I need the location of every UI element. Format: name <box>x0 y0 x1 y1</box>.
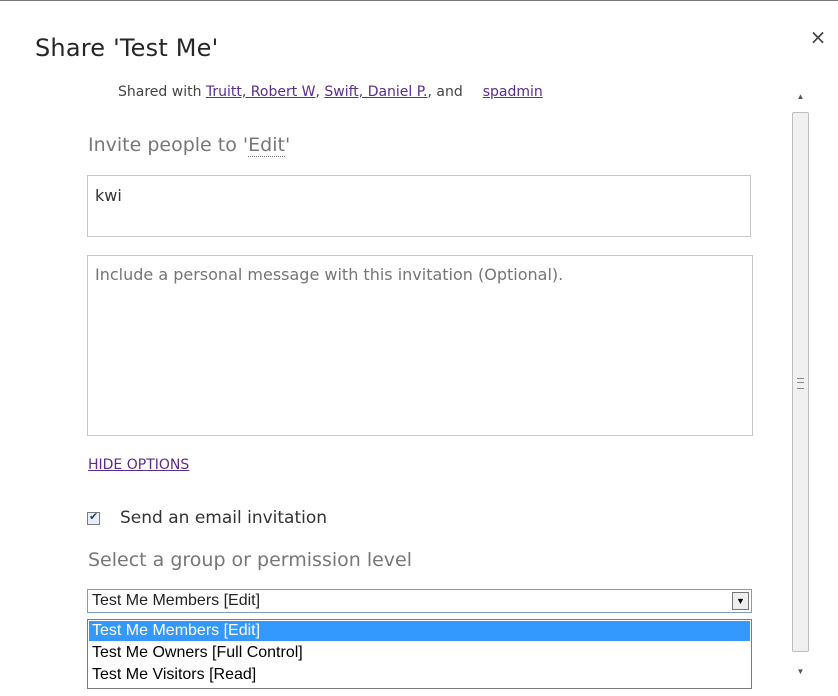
personal-message-textarea[interactable] <box>87 255 753 436</box>
top-border <box>0 0 838 1</box>
scroll-down-arrow-icon[interactable]: ▼ <box>792 663 809 680</box>
dialog-content: Shared with Truitt, Robert W, Swift, Dan… <box>0 84 790 696</box>
permission-edit-link[interactable]: Edit <box>248 134 285 157</box>
shared-user-link-truitt[interactable]: Truitt, Robert W <box>206 84 316 100</box>
vertical-scrollbar[interactable]: ▲ ▼ <box>792 84 809 696</box>
dropdown-option-owners[interactable]: Test Me Owners [Full Control] <box>88 642 751 664</box>
permission-select-label: Select a group or permission level <box>88 549 413 571</box>
permission-select-value: Test Me Members [Edit] <box>92 592 261 609</box>
send-email-label: Send an email invitation <box>120 508 328 528</box>
shared-with-conjunction: , and <box>427 84 463 100</box>
hide-options-link[interactable]: HIDE OPTIONS <box>88 457 189 473</box>
send-email-checkbox[interactable] <box>87 510 100 525</box>
invite-label-suffix: ' <box>284 134 291 156</box>
shared-user-link-swift[interactable]: Swift, Daniel P. <box>324 84 427 100</box>
grip-icon <box>797 378 804 389</box>
scroll-thumb[interactable] <box>792 112 809 652</box>
scroll-up-arrow-icon[interactable]: ▲ <box>792 88 809 105</box>
send-email-row: Send an email invitation <box>87 508 327 528</box>
dropdown-option-visitors[interactable]: Test Me Visitors [Read] <box>88 664 751 686</box>
permission-dropdown-list: Test Me Members [Edit] Test Me Owners [F… <box>87 619 752 689</box>
people-picker-value: kwi <box>95 186 122 205</box>
dropdown-option-members[interactable]: Test Me Members [Edit] <box>89 621 750 641</box>
shared-with-prefix: Shared with <box>118 84 206 100</box>
shared-with-line: Shared with Truitt, Robert W, Swift, Dan… <box>118 84 543 100</box>
people-picker-input[interactable]: kwi <box>87 175 751 237</box>
invite-label: Invite people to 'Edit' <box>88 134 291 157</box>
close-icon[interactable]: × <box>808 26 828 48</box>
invite-label-prefix: Invite people to ' <box>88 134 249 156</box>
permission-select[interactable]: Test Me Members [Edit] ▼ <box>87 589 752 613</box>
chevron-down-icon[interactable]: ▼ <box>732 592 749 610</box>
dialog-title: Share 'Test Me' <box>35 34 219 62</box>
shared-user-link-spadmin[interactable]: spadmin <box>483 84 543 100</box>
